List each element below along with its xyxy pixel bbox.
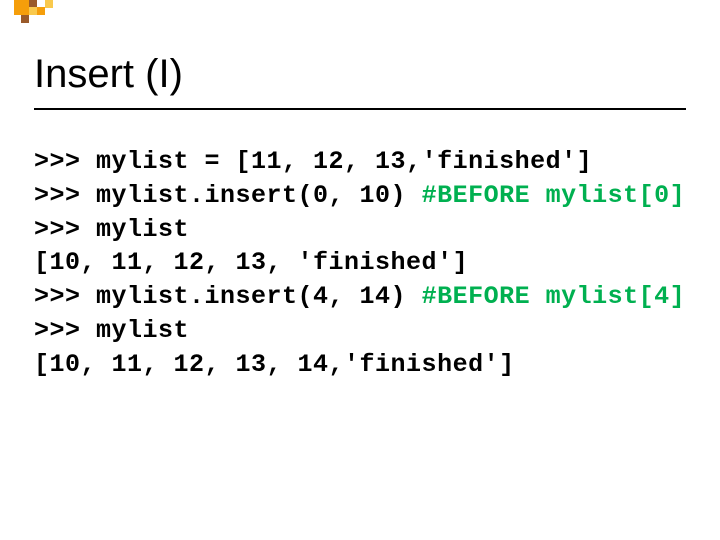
- decorative-squares: [14, 0, 58, 26]
- code-text: mylist = [11, 12, 13,'finished']: [96, 147, 592, 176]
- code-line: >>> mylist: [34, 215, 189, 244]
- prompt: >>>: [34, 282, 96, 311]
- square-icon: [29, 7, 37, 15]
- square-icon: [14, 0, 29, 15]
- square-icon: [45, 0, 53, 8]
- code-line: >>> mylist: [34, 316, 189, 345]
- code-output: [10, 11, 12, 13, 14,'finished']: [34, 350, 515, 379]
- code-line: >>> mylist.insert(4, 14) #BEFORE mylist[…: [34, 282, 685, 311]
- page-title: Insert (I): [34, 52, 183, 97]
- prompt: >>>: [34, 316, 96, 345]
- prompt: >>>: [34, 181, 96, 210]
- square-icon: [21, 15, 29, 23]
- title-underline: [34, 108, 686, 110]
- code-comment: #BEFORE mylist[4]: [422, 282, 686, 311]
- code-line: >>> mylist = [11, 12, 13,'finished']: [34, 147, 592, 176]
- prompt: >>>: [34, 147, 96, 176]
- code-text: mylist.insert(0, 10): [96, 181, 422, 210]
- square-icon: [37, 7, 45, 15]
- code-text: mylist: [96, 316, 189, 345]
- code-text: mylist.insert(4, 14): [96, 282, 422, 311]
- code-output: [10, 11, 12, 13, 'finished']: [34, 248, 468, 277]
- prompt: >>>: [34, 215, 96, 244]
- code-comment: #BEFORE mylist[0]: [422, 181, 686, 210]
- code-line: >>> mylist.insert(0, 10) #BEFORE mylist[…: [34, 181, 685, 210]
- code-block: >>> mylist = [11, 12, 13,'finished'] >>>…: [34, 145, 685, 381]
- code-text: mylist: [96, 215, 189, 244]
